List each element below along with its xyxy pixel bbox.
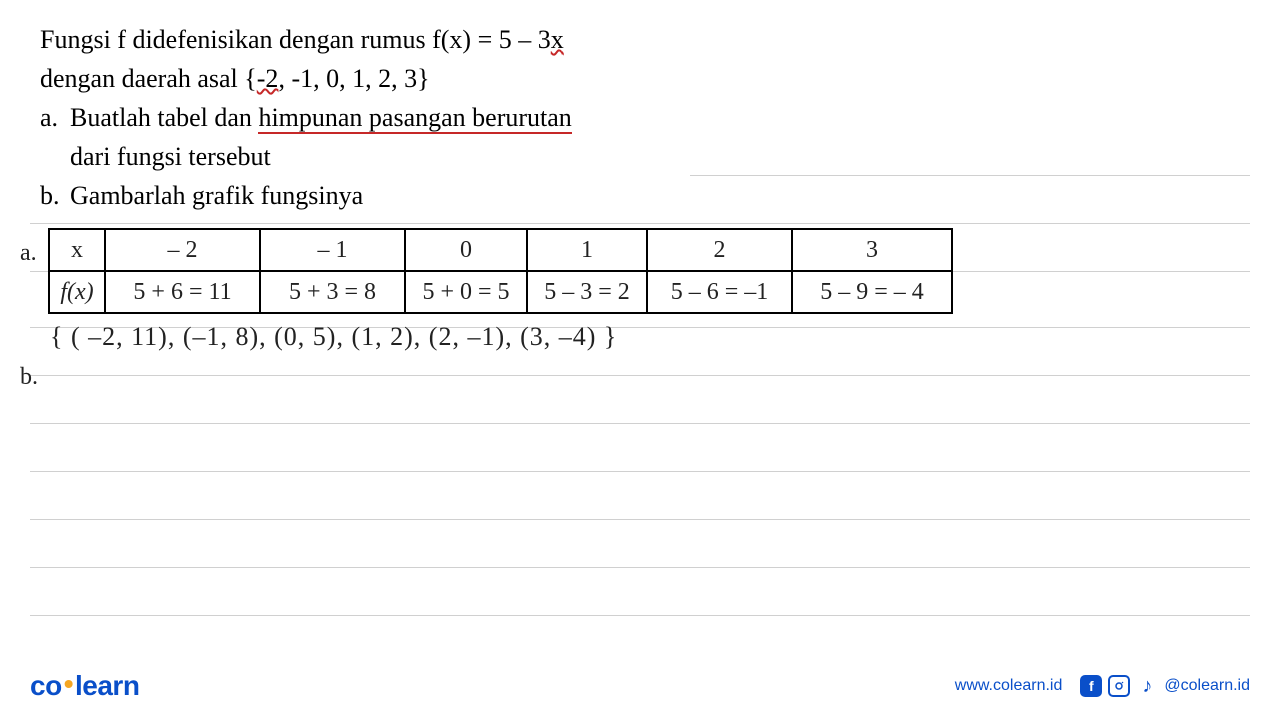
table-cell: 1: [527, 229, 647, 271]
rule-line: [30, 223, 1250, 224]
table-row: x – 2 – 1 0 1 2 3: [49, 229, 952, 271]
item-a-marker: a.: [40, 98, 58, 137]
function-table: x – 2 – 1 0 1 2 3 f(x) 5 + 6 = 11 5 + 3 …: [48, 228, 953, 314]
table-cell: 5 – 9 = – 4: [792, 271, 952, 313]
social-icons: f ♪ @colearn.id: [1080, 675, 1250, 697]
table-row: f(x) 5 + 6 = 11 5 + 3 = 8 5 + 0 = 5 5 – …: [49, 271, 952, 313]
instagram-icon[interactable]: [1108, 675, 1130, 697]
item-a-text2: himpunan pasangan berurutan: [258, 103, 571, 134]
rule-line: [30, 423, 1250, 424]
table-cell: 2: [647, 229, 792, 271]
hw-label-a: a.: [20, 240, 37, 267]
table-cell: 0: [405, 229, 527, 271]
line1-part-a: Fungsi f didefenisikan dengan rumus f(x)…: [40, 25, 551, 54]
logo-part-b: learn: [75, 670, 139, 701]
table-header-x: x: [49, 229, 105, 271]
item-a-text1: Buatlah tabel dan: [70, 103, 258, 132]
logo-dot: •: [64, 668, 73, 700]
table-cell: 5 + 0 = 5: [405, 271, 527, 313]
handwritten-answer: a. x – 2 – 1 0 1 2 3 f(x) 5 + 6 = 11 5 +…: [20, 228, 953, 391]
table-cell: 5 – 3 = 2: [527, 271, 647, 313]
rule-line: [30, 615, 1250, 616]
colearn-logo: co•learn: [30, 670, 139, 702]
line-1: Fungsi f didefenisikan dengan rumus f(x)…: [40, 20, 1240, 59]
line2-part-b: -2: [257, 64, 279, 93]
line-2: dengan daerah asal {-2, -1, 0, 1, 2, 3}: [40, 59, 1240, 98]
line1-part-b: x: [551, 25, 564, 54]
facebook-icon[interactable]: f: [1080, 675, 1102, 697]
website-url[interactable]: www.colearn.id: [955, 677, 1063, 695]
table-cell: – 1: [260, 229, 405, 271]
table-cell: 5 + 3 = 8: [260, 271, 405, 313]
social-handle[interactable]: @colearn.id: [1164, 677, 1250, 695]
table-cell: 3: [792, 229, 952, 271]
item-a: a. Buatlah tabel dan himpunan pasangan b…: [40, 98, 1240, 137]
table-cell: 5 – 6 = –1: [647, 271, 792, 313]
rule-line: [30, 519, 1250, 520]
ordered-pairs-set: { ( –2, 11), (–1, 8), (0, 5), (1, 2), (2…: [50, 322, 953, 352]
item-a-cont: dari fungsi tersebut: [40, 137, 1240, 176]
tiktok-icon[interactable]: ♪: [1136, 675, 1158, 697]
rule-line: [30, 567, 1250, 568]
rule-line: [690, 175, 1250, 176]
line2-part-c: , -1, 0, 1, 2, 3}: [278, 64, 429, 93]
footer: co•learn www.colearn.id f ♪ @colearn.id: [0, 670, 1280, 702]
rule-line: [30, 471, 1250, 472]
footer-right: www.colearn.id f ♪ @colearn.id: [955, 675, 1250, 697]
table-header-fx: f(x): [49, 271, 105, 313]
table-cell: – 2: [105, 229, 260, 271]
line2-part-a: dengan daerah asal {: [40, 64, 257, 93]
logo-part-a: co: [30, 670, 62, 701]
table-cell: 5 + 6 = 11: [105, 271, 260, 313]
hw-label-b: b.: [20, 364, 953, 391]
